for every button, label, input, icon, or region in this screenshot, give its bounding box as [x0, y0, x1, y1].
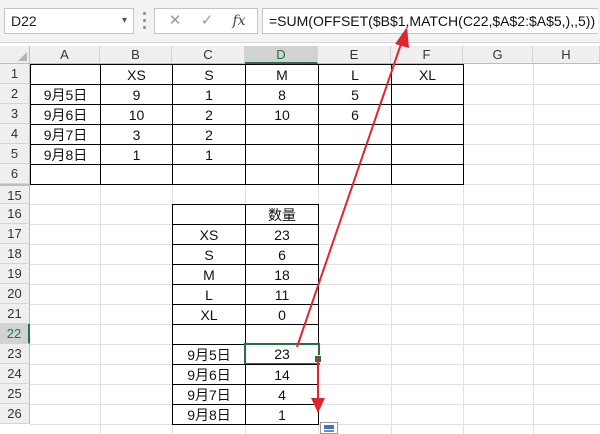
column-header-c[interactable]: C [172, 46, 245, 64]
cell-c3[interactable]: 2 [172, 104, 246, 125]
insert-function-icon[interactable]: fx [225, 9, 253, 33]
cell-d1[interactable]: M [245, 64, 319, 85]
cell-c5[interactable]: 1 [172, 144, 246, 165]
cell-b1[interactable]: XS [100, 64, 173, 85]
cell-d3[interactable]: 10 [245, 104, 319, 125]
row-header-25[interactable]: 25 [0, 384, 30, 404]
cell-b3[interactable]: 10 [100, 104, 173, 125]
column-header-f[interactable]: F [391, 46, 463, 64]
row-header-3[interactable]: 3 [0, 104, 30, 124]
cell-a5[interactable]: 9月8日 [30, 144, 101, 165]
name-box[interactable]: D22 ▾ [4, 8, 134, 34]
cell-d24[interactable]: 4 [245, 384, 319, 405]
chevron-down-icon[interactable]: ▾ [122, 9, 127, 33]
cell-a6[interactable] [30, 164, 101, 185]
cell-d2[interactable]: 8 [245, 84, 319, 105]
cell-e6[interactable] [318, 164, 392, 185]
cell-c19[interactable]: L [172, 284, 246, 305]
cell-d6[interactable] [245, 164, 319, 185]
cell-f6[interactable] [391, 164, 464, 185]
cell-d21[interactable] [245, 324, 319, 345]
cell-f5[interactable] [391, 144, 464, 165]
row-header-6[interactable]: 6 [0, 164, 30, 184]
cell-e2[interactable]: 5 [318, 84, 392, 105]
cell-f2[interactable] [391, 84, 464, 105]
cell-f4[interactable] [391, 124, 464, 145]
cell-c4[interactable]: 2 [172, 124, 246, 145]
cell-c15[interactable] [172, 204, 246, 225]
cell-d17[interactable]: 6 [245, 244, 319, 265]
cell-c22[interactable]: 9月5日 [172, 344, 246, 365]
row-header-24[interactable]: 24 [0, 364, 30, 384]
cell-a1[interactable] [30, 64, 101, 85]
column-header-b[interactable]: B [100, 46, 172, 64]
row-header-21[interactable]: 21 [0, 304, 30, 324]
row-header-20[interactable]: 20 [0, 284, 30, 304]
confirm-icon[interactable]: ✓ [193, 9, 221, 33]
cell-c6[interactable] [172, 164, 246, 185]
cell-e3[interactable]: 6 [318, 104, 392, 125]
splitter-handle[interactable] [143, 12, 146, 29]
row-header-18[interactable]: 18 [0, 244, 30, 264]
cell-a3[interactable]: 9月6日 [30, 104, 101, 125]
cell-f1[interactable]: XL [391, 64, 464, 85]
fill-handle[interactable] [314, 355, 322, 363]
cell-b4[interactable]: 3 [100, 124, 173, 145]
select-all-corner[interactable] [0, 46, 30, 64]
row-header-4[interactable]: 4 [0, 124, 30, 144]
formula-bar: D22 ▾ ✕ ✓ fx =SUM(OFFSET($B$1,MATCH(C22,… [0, 0, 600, 43]
column-header-h[interactable]: H [533, 46, 600, 64]
cell-e4[interactable] [318, 124, 392, 145]
cell-b2[interactable]: 9 [100, 84, 173, 105]
cell-e5[interactable] [318, 144, 392, 165]
cell-c1[interactable]: S [172, 64, 246, 85]
cell-c17[interactable]: S [172, 244, 246, 265]
formula-input[interactable]: =SUM(OFFSET($B$1,MATCH(C22,$A$2:$A$5,),,… [262, 8, 598, 34]
cell-c16[interactable]: XS [172, 224, 246, 245]
row-header-23[interactable]: 23 [0, 344, 30, 364]
cell-d18[interactable]: 18 [245, 264, 319, 285]
cell-e1[interactable]: L [318, 64, 392, 85]
cell-c24[interactable]: 9月7日 [172, 384, 246, 405]
cell-b6[interactable] [100, 164, 173, 185]
column-header-g[interactable]: G [463, 46, 533, 64]
quick-analysis-icon[interactable] [320, 422, 338, 434]
cell-d5[interactable] [245, 144, 319, 165]
cell-f3[interactable] [391, 104, 464, 125]
cell-a2[interactable]: 9月5日 [30, 84, 101, 105]
cell-c20[interactable]: XL [172, 304, 246, 325]
cell-c18[interactable]: M [172, 264, 246, 285]
cell-a4[interactable]: 9月7日 [30, 124, 101, 145]
cell-d22-active[interactable]: 23 [244, 343, 320, 365]
row-header-1[interactable]: 1 [0, 64, 30, 84]
cell-b5[interactable]: 1 [100, 144, 173, 165]
row-header-15[interactable]: 15 [0, 184, 30, 204]
cell-d23[interactable]: 14 [245, 364, 319, 385]
row-header-19[interactable]: 19 [0, 264, 30, 284]
row-header-17[interactable]: 17 [0, 224, 30, 244]
cell-c23[interactable]: 9月6日 [172, 364, 246, 385]
column-header-a[interactable]: A [30, 46, 100, 64]
column-header-d[interactable]: D [245, 46, 318, 64]
cell-d20[interactable]: 0 [245, 304, 319, 325]
cell-c25[interactable]: 9月8日 [172, 404, 246, 425]
cell-c21[interactable] [172, 324, 246, 345]
row-header-2[interactable]: 2 [0, 84, 30, 104]
name-box-value: D22 [11, 13, 37, 29]
formula-buttons: ✕ ✓ fx [154, 8, 258, 34]
cell-d19[interactable]: 11 [245, 284, 319, 305]
cell-d4[interactable] [245, 124, 319, 145]
cell-d16[interactable]: 23 [245, 224, 319, 245]
row-header-26[interactable]: 26 [0, 404, 30, 424]
cell-d25[interactable]: 1 [245, 404, 319, 425]
cell-c2[interactable]: 1 [172, 84, 246, 105]
cell-d15[interactable]: 数量 [245, 204, 319, 225]
row-header-5[interactable]: 5 [0, 144, 30, 164]
row-header-16[interactable]: 16 [0, 204, 30, 224]
column-header-e[interactable]: E [318, 46, 391, 64]
cancel-icon[interactable]: ✕ [161, 9, 189, 33]
row-header-22[interactable]: 22 [0, 324, 30, 344]
